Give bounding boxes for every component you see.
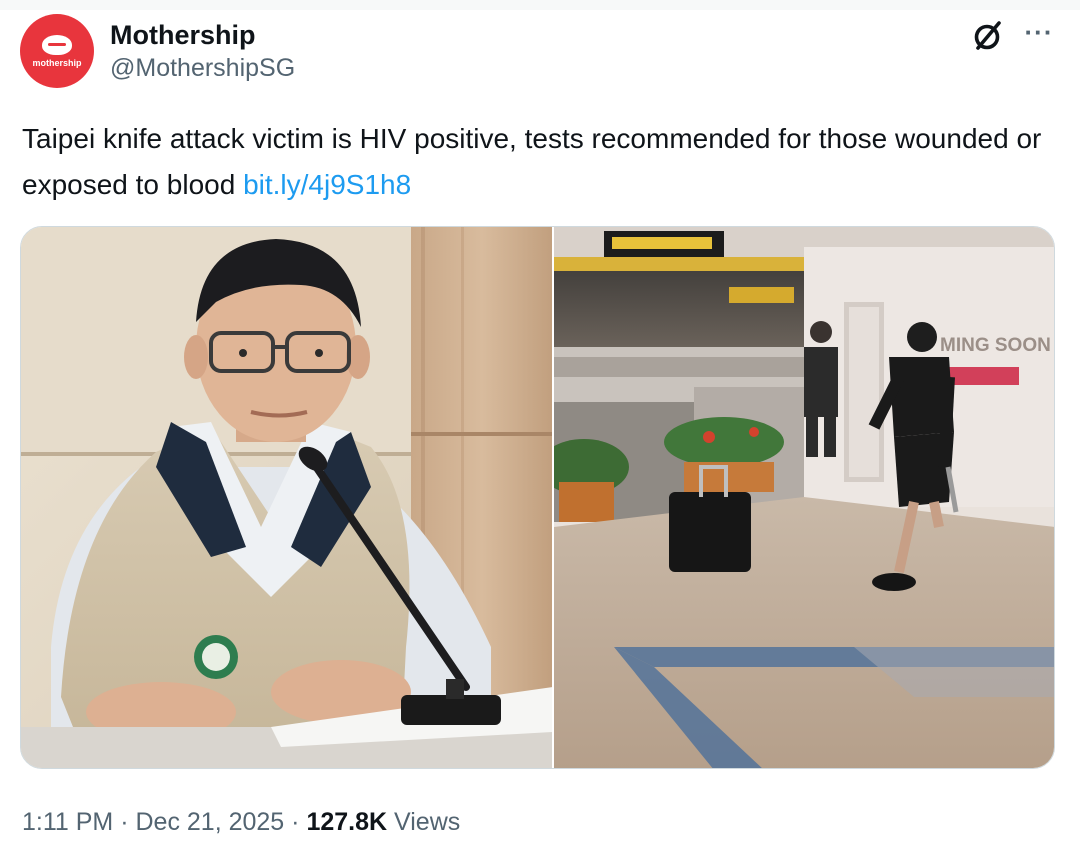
coming-soon-sign: MING SOON	[940, 335, 1051, 356]
tweet-text: Taipei knife attack victim is HIV positi…	[22, 116, 1052, 208]
meta-separator: ·	[291, 808, 300, 836]
tweet-link[interactable]: bit.ly/4j9S1h8	[243, 169, 411, 200]
tweet-time[interactable]: 1:11 PM	[22, 808, 113, 836]
handle[interactable]: @MothershipSG	[110, 52, 295, 84]
tweet-header: mothership Mothership @MothershipSG	[20, 14, 295, 88]
display-name[interactable]: Mothership	[110, 18, 295, 52]
press-conference-image	[21, 227, 552, 768]
top-edge	[0, 0, 1080, 10]
views-count: 127.8K	[306, 808, 388, 836]
tweet-card: mothership Mothership @MothershipSG ··· …	[0, 0, 1080, 850]
avatar[interactable]: mothership	[20, 14, 94, 88]
views-label: Views	[394, 808, 461, 836]
tweet-body: Taipei knife attack victim is HIV positi…	[22, 123, 1042, 200]
photo-press-conference[interactable]	[21, 227, 552, 768]
media-grid: MING SOON	[20, 226, 1055, 769]
author-names: Mothership @MothershipSG	[110, 18, 295, 84]
avatar-logo-text: mothership	[32, 57, 82, 68]
mothership-logo-icon	[42, 34, 72, 55]
station-scene-image: MING SOON	[553, 227, 1054, 768]
more-icon[interactable]: ···	[1022, 19, 1056, 50]
grok-icon[interactable]	[970, 18, 1006, 54]
photo-station-scene[interactable]: MING SOON	[551, 227, 1054, 768]
meta-separator: ·	[120, 808, 129, 836]
tweet-date[interactable]: Dec 21, 2025	[135, 808, 284, 836]
tweet-meta: 1:11 PM · Dec 21, 2025 · 127.8K Views	[22, 805, 460, 839]
